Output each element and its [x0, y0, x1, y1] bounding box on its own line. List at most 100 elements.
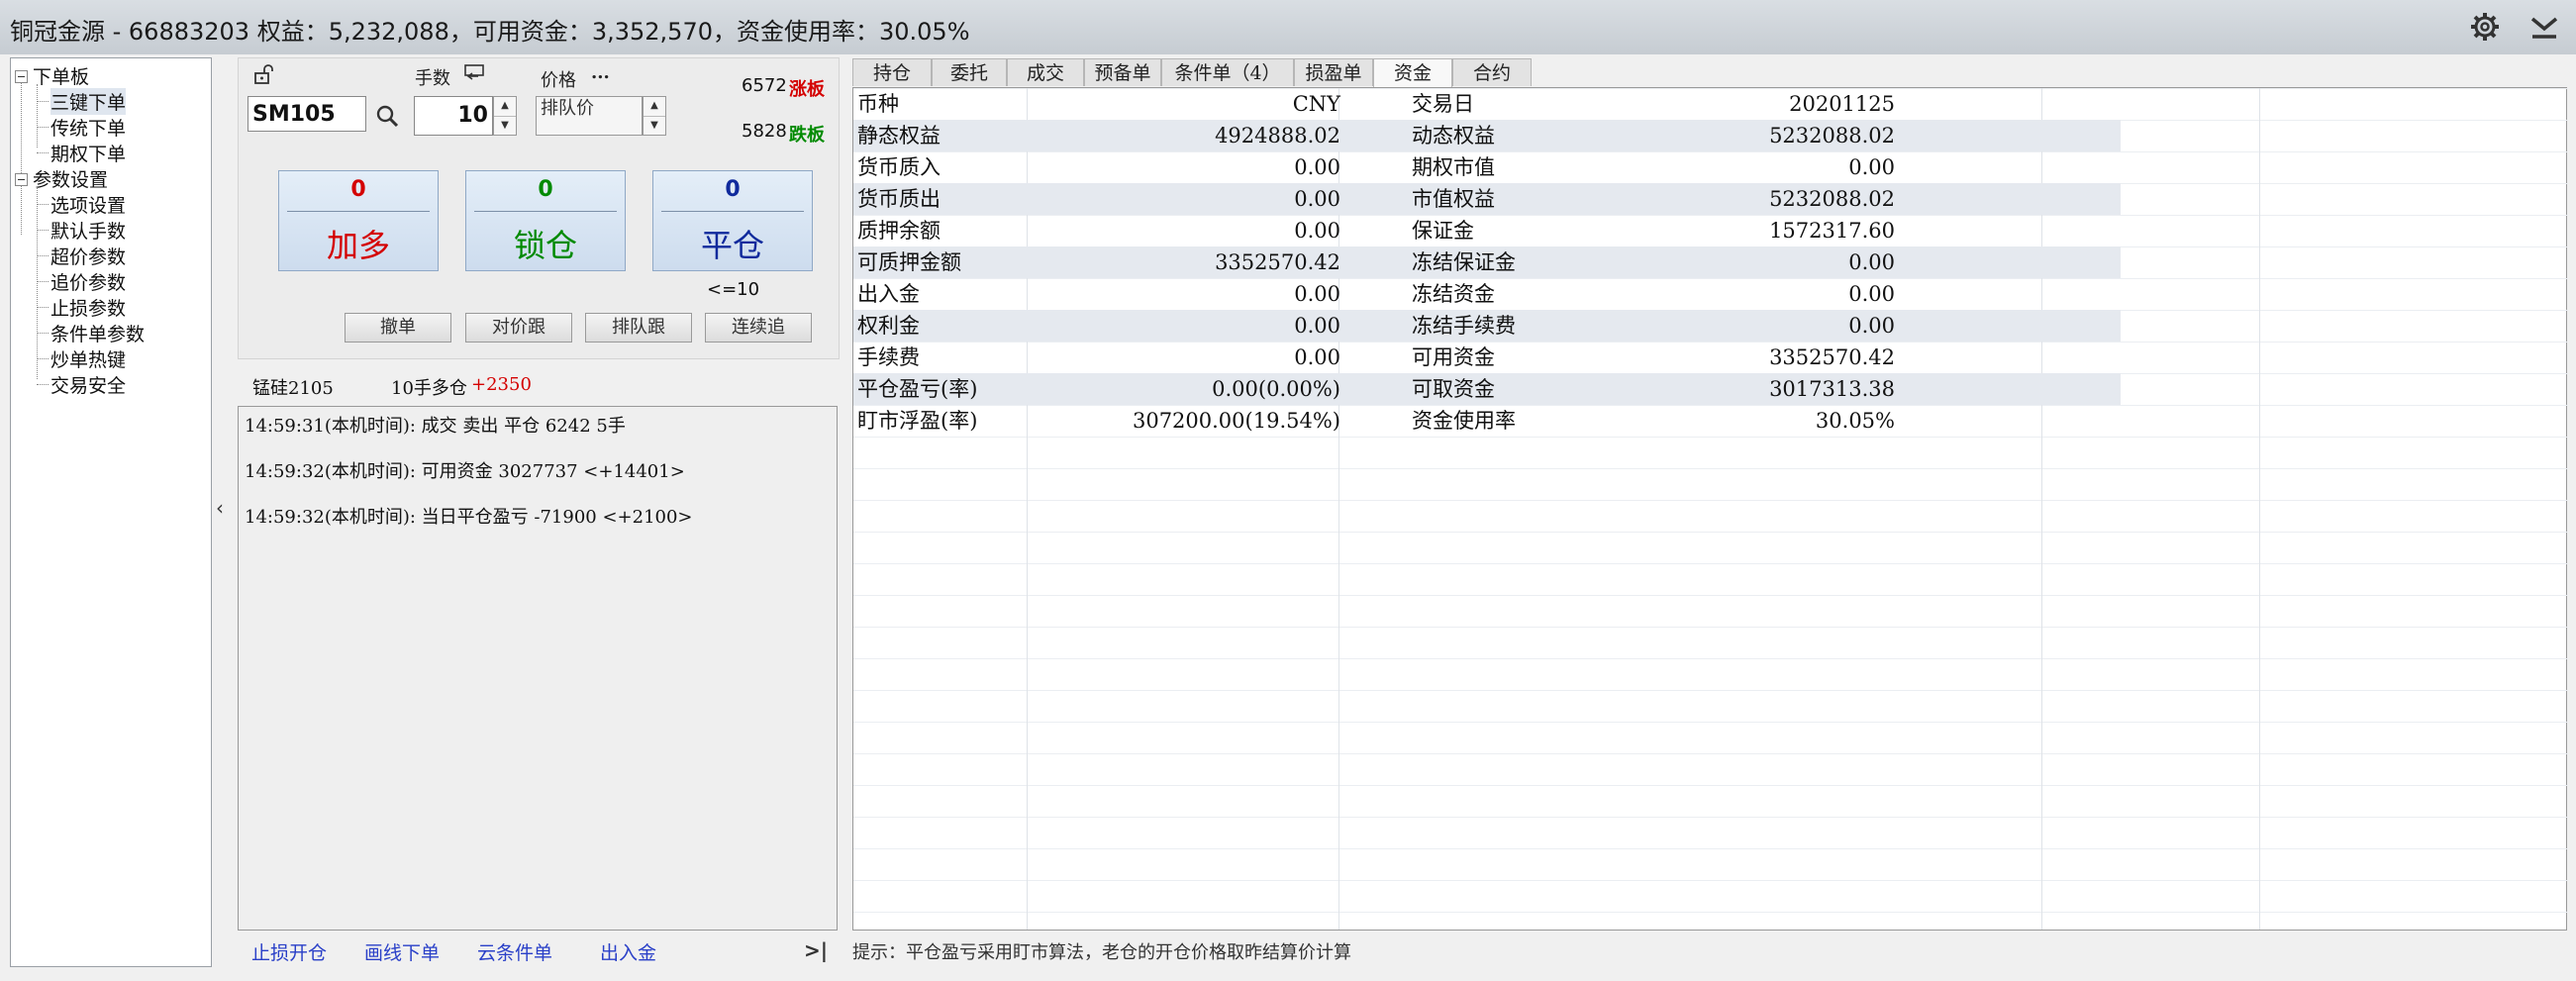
lock-position-label: 锁仓	[513, 227, 577, 264]
spin-up-icon[interactable]: ▲	[494, 97, 516, 117]
chevron-down-icon[interactable]	[2527, 13, 2561, 43]
divider	[474, 211, 617, 212]
tree-item-traditional-order[interactable]: 传统下单	[50, 114, 126, 141]
unlock-icon[interactable]	[253, 64, 275, 84]
continuous-chase-button[interactable]: 连续追	[705, 313, 812, 343]
fund-value: 5232088.02	[1769, 187, 1895, 211]
hint-text: 提示：平仓盈亏采用盯市算法，老仓的开仓价格取昨结算价计算	[852, 942, 1351, 963]
grid-line	[853, 912, 2568, 913]
table-row: 质押余额 0.00 保证金 1572317.60	[853, 215, 2121, 246]
table-row: 盯市浮盈(率) 307200.00(19.54%) 资金使用率 30.05%	[853, 405, 2121, 437]
grid-line	[853, 563, 2568, 564]
tab-positions[interactable]: 持仓	[852, 58, 932, 86]
grid-line	[853, 468, 2568, 469]
grid-line	[853, 817, 2568, 818]
tree-item-chase-params[interactable]: 追价参数	[50, 268, 126, 295]
close-position-count: 0	[725, 177, 741, 202]
collapse-toggle-icon[interactable]	[15, 173, 28, 186]
table-row: 平仓盈亏(率) 0.00(0.00%) 可取资金 3017313.38	[853, 373, 2121, 405]
counter-price-follow-button[interactable]: 对价跟	[465, 313, 572, 343]
grid-line	[2259, 88, 2260, 930]
tree-item-option-order[interactable]: 期权下单	[50, 140, 126, 166]
tree-line	[37, 204, 49, 205]
spin-down-icon[interactable]: ▼	[644, 117, 665, 136]
tree-line	[37, 333, 49, 334]
tree-item-trade-security[interactable]: 交易安全	[50, 371, 126, 398]
fund-value: 0.00	[1848, 314, 1895, 338]
gear-icon[interactable]	[2469, 11, 2501, 43]
close-limit-note: <=10	[707, 279, 760, 300]
title-bar: 铜冠金源 - 66883203 权益：5,232,088，可用资金：3,352,…	[0, 0, 2576, 55]
stoploss-open-link[interactable]: 止损开仓	[251, 938, 327, 965]
tab-orders[interactable]: 委托	[932, 58, 1007, 86]
table-row: 货币质入 0.00 期权市值 0.00	[853, 151, 2121, 183]
collapse-panel-button[interactable]: ‹	[216, 496, 224, 520]
grid-line	[853, 690, 2568, 691]
price-mode-select[interactable]: 排队价	[536, 96, 643, 136]
grid-line	[853, 658, 2568, 659]
tree-line	[37, 384, 49, 385]
grid-line	[853, 437, 2568, 438]
tree-line	[37, 230, 49, 231]
order-panel: 手数 价格 ... SM105 10 ▲ ▼ 排队价 ▲ ▼ 6572 涨板 5…	[238, 57, 840, 359]
close-position-button[interactable]: 0 平仓	[652, 170, 813, 271]
tree-item-hotkeys[interactable]: 炒单热键	[50, 345, 126, 372]
spin-down-icon[interactable]: ▼	[494, 117, 516, 136]
tree-item-stoploss-params[interactable]: 止损参数	[50, 294, 126, 321]
deposit-withdraw-link[interactable]: 出入金	[600, 938, 656, 965]
qty-stepper[interactable]: ▲ ▼	[493, 96, 517, 136]
fund-value: 5232088.02	[1769, 124, 1895, 147]
grid-line	[853, 880, 2568, 881]
cancel-order-button[interactable]: 撤单	[345, 313, 451, 343]
price-label: 价格	[541, 70, 576, 91]
settings-tree: 下单板 三键下单 传统下单 期权下单 参数设置 选项设置 默认手数 超价参数 追…	[10, 57, 212, 967]
tree-item-three-key-order[interactable]: 三键下单	[50, 88, 127, 115]
last-page-button[interactable]: >|	[804, 938, 828, 962]
price-more-button[interactable]: ...	[591, 62, 610, 83]
collapse-toggle-icon[interactable]	[15, 70, 28, 83]
return-icon[interactable]	[464, 64, 486, 82]
tree-line	[37, 281, 49, 282]
position-desc: 10手多仓	[391, 378, 467, 399]
line-order-link[interactable]: 画线下单	[364, 938, 440, 965]
message-log: 14:59:31(本机时间): 成交 卖出 平仓 6242 5手 14:59:3…	[238, 406, 838, 931]
table-row: 货币质出 0.00 市值权益 5232088.02	[853, 183, 2121, 215]
buy-long-count: 0	[350, 177, 366, 202]
tab-funds[interactable]: 资金	[1373, 58, 1452, 88]
limit-up-label: 涨板	[789, 79, 825, 100]
divider	[287, 211, 430, 212]
search-icon[interactable]	[375, 104, 399, 128]
grid-line	[853, 753, 2568, 754]
log-line: 14:59:32(本机时间): 可用资金 3027737 <+14401>	[245, 461, 685, 482]
buy-long-button[interactable]: 0 加多	[278, 170, 439, 271]
price-stepper[interactable]: ▲ ▼	[643, 96, 666, 136]
qty-input[interactable]: 10	[414, 96, 493, 136]
tab-trades[interactable]: 成交	[1007, 58, 1084, 86]
log-line: 14:59:31(本机时间): 成交 卖出 平仓 6242 5手	[245, 416, 626, 437]
tree-item-option-settings[interactable]: 选项设置	[50, 191, 126, 218]
grid-line	[853, 785, 2568, 786]
tree-item-overprice-params[interactable]: 超价参数	[50, 243, 126, 269]
window-title: 铜冠金源 - 66883203 权益：5,232,088，可用资金：3,352,…	[10, 18, 970, 46]
tree-line	[37, 255, 49, 256]
close-position-label: 平仓	[700, 227, 764, 264]
tree-item-conditional-params[interactable]: 条件单参数	[50, 320, 145, 346]
tab-preorders[interactable]: 预备单	[1084, 58, 1161, 86]
tree-item-default-qty[interactable]: 默认手数	[50, 217, 126, 244]
contract-code-input[interactable]: SM105	[248, 96, 366, 132]
queue-follow-button[interactable]: 排队跟	[585, 313, 692, 343]
fund-value: 1572317.60	[1769, 219, 1895, 243]
tab-contracts[interactable]: 合约	[1452, 58, 1532, 86]
lock-position-button[interactable]: 0 锁仓	[465, 170, 626, 271]
tab-conditional-orders[interactable]: 条件单（4）	[1161, 58, 1294, 86]
tree-group-parameter-settings[interactable]: 参数设置	[33, 165, 108, 192]
table-row: 可质押金额 3352570.42 冻结保证金 0.00	[853, 246, 2121, 278]
tree-group-order-board[interactable]: 下单板	[33, 62, 89, 89]
cloud-conditional-link[interactable]: 云条件单	[477, 938, 552, 965]
grid-line	[853, 532, 2568, 533]
main-area: 下单板 三键下单 传统下单 期权下单 参数设置 选项设置 默认手数 超价参数 追…	[0, 54, 2576, 981]
spin-up-icon[interactable]: ▲	[644, 97, 665, 117]
tab-stop-profit-orders[interactable]: 损盈单	[1294, 58, 1373, 86]
table-row: 手续费 0.00 可用资金 3352570.42	[853, 342, 2121, 373]
table-row: 静态权益 4924888.02 动态权益 5232088.02	[853, 120, 2121, 151]
